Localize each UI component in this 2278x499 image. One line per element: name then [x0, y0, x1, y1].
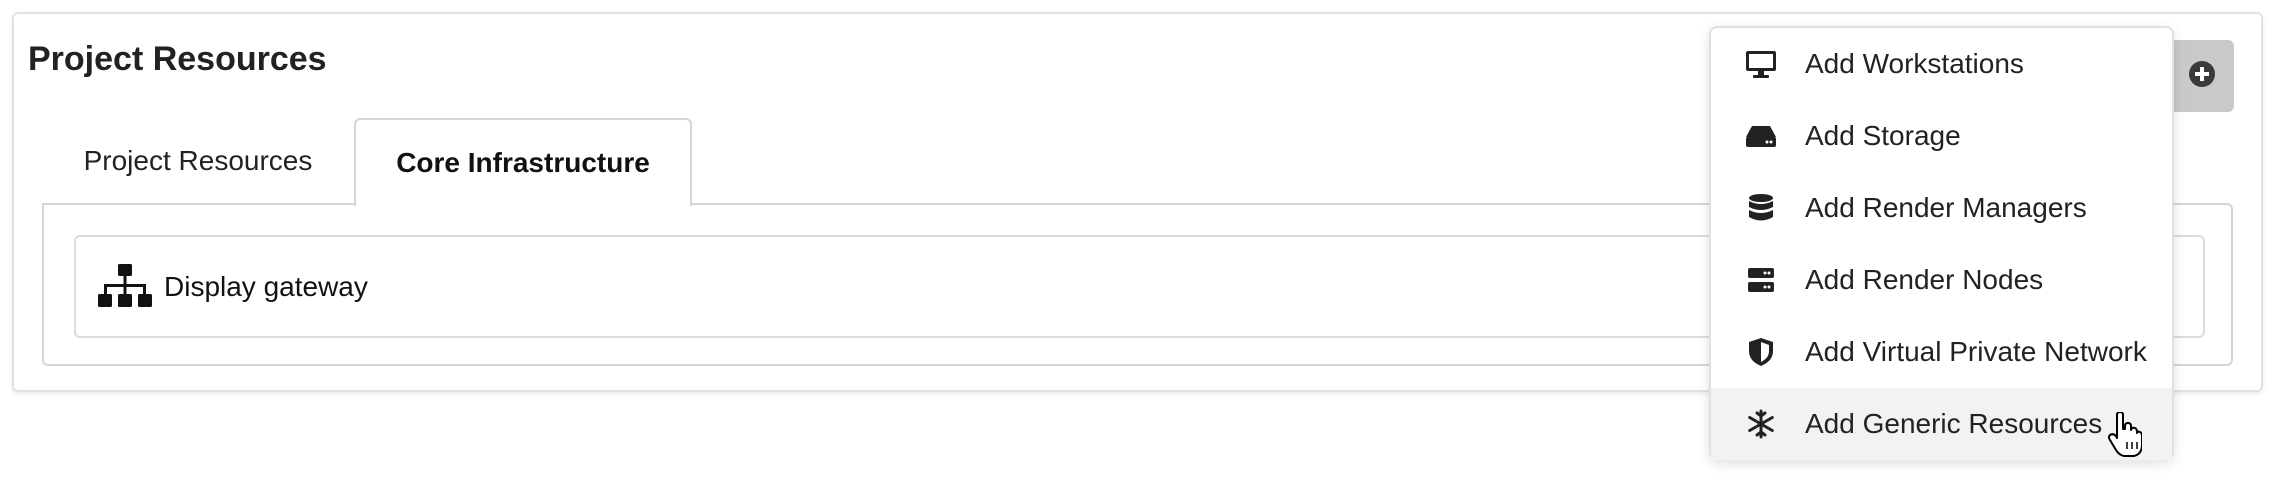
tab-core-infrastructure[interactable]: Core Infrastructure — [354, 118, 692, 206]
menu-item-label: Add Render Nodes — [1805, 264, 2044, 295]
server-icon — [1743, 262, 1779, 298]
menu-item-add-render-nodes[interactable]: Add Render Nodes — [1711, 244, 2172, 316]
tab-label: Project Resources — [83, 145, 313, 176]
sitemap-icon — [98, 263, 152, 310]
panel-title: Project Resources — [28, 40, 327, 78]
hand-cursor-icon — [2108, 411, 2143, 458]
hdd-icon — [1743, 118, 1779, 154]
menu-item-add-vpn[interactable]: Add Virtual Private Network — [1711, 316, 2172, 388]
menu-item-label: Add Generic Resources — [1805, 408, 2103, 439]
snowflake-icon — [1743, 406, 1779, 442]
shield-icon — [1743, 334, 1779, 370]
tab-project-resources[interactable]: Project Resources — [42, 118, 354, 204]
menu-item-add-render-managers[interactable]: Add Render Managers — [1711, 172, 2172, 244]
tab-label: Core Infrastructure — [396, 147, 650, 178]
menu-item-label: Add Workstations — [1805, 48, 2024, 79]
plus-circle-icon — [2187, 59, 2217, 94]
menu-item-label: Add Storage — [1805, 120, 1961, 151]
desktop-icon — [1743, 46, 1779, 82]
add-resource-button[interactable] — [2170, 40, 2234, 112]
resource-label: Display gateway — [164, 270, 368, 302]
menu-item-label: Add Render Managers — [1805, 192, 2087, 223]
database-icon — [1743, 190, 1779, 226]
add-resource-dropdown: Add Workstations Add Storage Add Render … — [1709, 26, 2174, 460]
menu-item-add-generic-resources[interactable]: Add Generic Resources — [1711, 388, 2172, 460]
menu-item-add-workstations[interactable]: Add Workstations — [1711, 28, 2172, 100]
menu-item-add-storage[interactable]: Add Storage — [1711, 100, 2172, 172]
menu-item-label: Add Virtual Private Network — [1805, 336, 2147, 367]
